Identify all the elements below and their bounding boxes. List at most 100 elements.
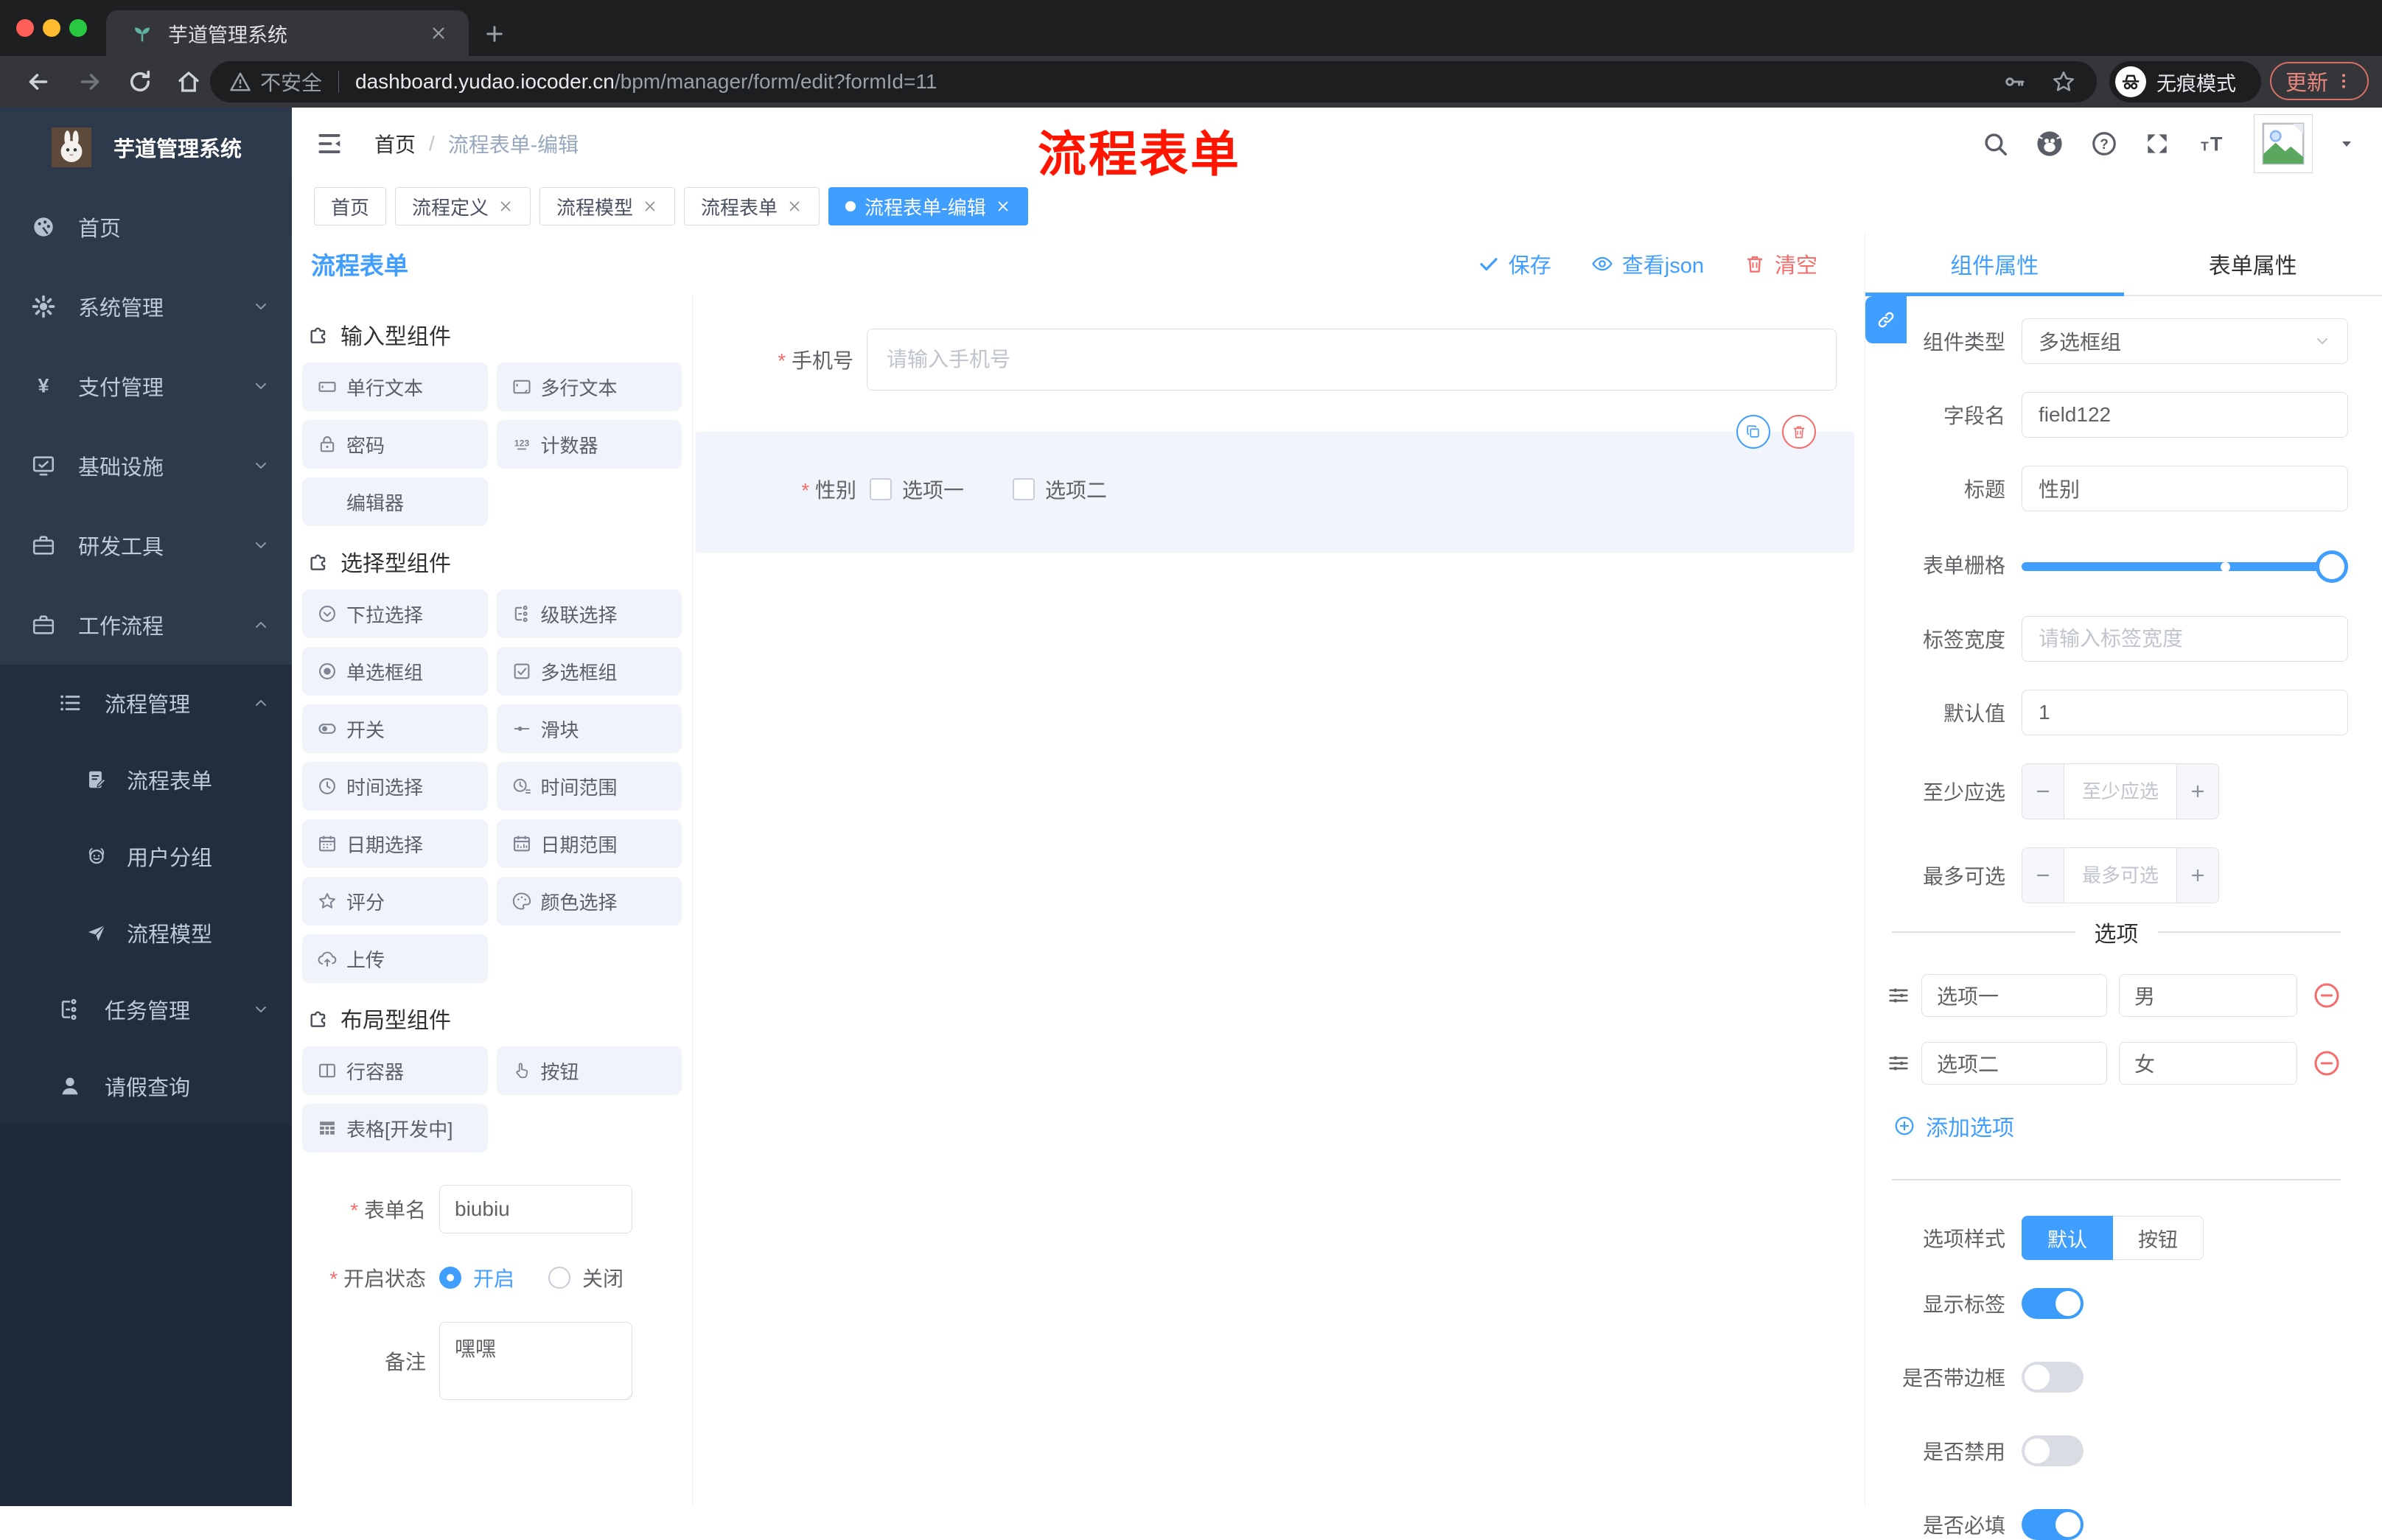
status-on-radio[interactable] bbox=[439, 1267, 461, 1289]
tab-close-icon[interactable] bbox=[786, 198, 803, 214]
github-icon[interactable] bbox=[2034, 128, 2065, 159]
max-select-input[interactable] bbox=[2064, 848, 2177, 903]
component-item-密码[interactable]: 密码 bbox=[302, 420, 488, 469]
back-button[interactable] bbox=[25, 69, 52, 95]
grid-slider[interactable] bbox=[2022, 562, 2345, 571]
remove-option-button[interactable] bbox=[2312, 981, 2341, 1010]
toggle-是否禁用[interactable] bbox=[2022, 1435, 2084, 1466]
remark-textarea[interactable]: 嘿嘿 bbox=[439, 1322, 632, 1400]
duplicate-component-button[interactable] bbox=[1736, 415, 1770, 449]
page-tab-流程表单-编辑[interactable]: 流程表单-编辑 bbox=[828, 187, 1028, 225]
save-button[interactable]: 保存 bbox=[1478, 248, 1551, 279]
component-item-编辑器[interactable]: 编辑器 bbox=[302, 477, 488, 526]
component-item-时间选择[interactable]: 时间选择 bbox=[302, 762, 488, 811]
sidebar-item-1-系统管理[interactable]: 系统管理 bbox=[0, 267, 292, 346]
component-item-多行文本[interactable]: 多行文本 bbox=[497, 363, 682, 411]
field-name-input[interactable] bbox=[2022, 392, 2348, 438]
page-tab-首页[interactable]: 首页 bbox=[314, 187, 386, 225]
stepper-decrease-button[interactable] bbox=[2022, 848, 2064, 903]
component-item-表格[开发中][interactable]: 表格[开发中] bbox=[302, 1104, 488, 1152]
component-item-滑块[interactable]: 滑块 bbox=[497, 704, 682, 753]
default-value-input[interactable] bbox=[2022, 690, 2348, 735]
reload-button[interactable] bbox=[127, 69, 153, 95]
drag-handle-icon[interactable] bbox=[1886, 983, 1911, 1008]
option-value-input[interactable] bbox=[2119, 1042, 2297, 1085]
component-item-开关[interactable]: 开关 bbox=[302, 704, 488, 753]
page-tab-流程定义[interactable]: 流程定义 bbox=[395, 187, 531, 225]
remove-option-button[interactable] bbox=[2312, 1049, 2341, 1078]
label-width-input[interactable] bbox=[2022, 616, 2348, 662]
stepper-decrease-button[interactable] bbox=[2022, 764, 2064, 819]
toggle-显示标签[interactable] bbox=[2022, 1288, 2084, 1319]
tab-form-props[interactable]: 表单属性 bbox=[2124, 233, 2382, 295]
password-key-icon[interactable] bbox=[2002, 70, 2026, 94]
sidebar-item-5-工作流程[interactable]: 工作流程 bbox=[0, 585, 292, 665]
component-item-行容器[interactable]: 行容器 bbox=[302, 1046, 488, 1095]
browser-menu-icon[interactable] bbox=[2334, 71, 2353, 91]
browser-update-button[interactable]: 更新 bbox=[2270, 62, 2369, 100]
sidebar-subitem-2-用户分组[interactable]: 用户分组 bbox=[0, 818, 292, 895]
breadcrumb-home[interactable]: 首页 bbox=[374, 129, 416, 158]
gender-option-选项一[interactable]: 选项一 bbox=[870, 475, 964, 504]
component-item-日期选择[interactable]: 日期选择 bbox=[302, 819, 488, 868]
new-tab-button[interactable] bbox=[483, 22, 506, 46]
form-canvas[interactable]: 手机号 性别 选项一选项二 bbox=[693, 295, 1865, 1506]
drag-handle-icon[interactable] bbox=[1886, 1051, 1911, 1076]
component-item-按钮[interactable]: 按钮 bbox=[497, 1046, 682, 1095]
sidebar-item-4-研发工具[interactable]: 研发工具 bbox=[0, 505, 292, 585]
page-tab-流程模型[interactable]: 流程模型 bbox=[539, 187, 675, 225]
slider-handle[interactable] bbox=[2316, 550, 2348, 583]
stepper-increase-button[interactable] bbox=[2177, 764, 2218, 819]
sidebar-logo[interactable]: 芋道管理系统 bbox=[0, 108, 292, 187]
view-json-button[interactable]: 查看json bbox=[1591, 248, 1704, 279]
clear-button[interactable]: 清空 bbox=[1744, 248, 1817, 279]
toggle-是否必填[interactable] bbox=[2022, 1509, 2084, 1540]
selected-component-block[interactable]: 性别 选项一选项二 bbox=[696, 432, 1854, 553]
browser-tab[interactable]: 芋道管理系统 bbox=[106, 10, 469, 56]
tab-close-icon[interactable] bbox=[429, 24, 448, 43]
component-item-级联选择[interactable]: 级联选择 bbox=[497, 589, 682, 638]
component-item-上传[interactable]: 上传 bbox=[302, 934, 488, 983]
component-item-多选框组[interactable]: 多选框组 bbox=[497, 647, 682, 696]
traffic-light-minimize[interactable] bbox=[43, 19, 60, 37]
add-option-button[interactable]: 添加选项 bbox=[1893, 1110, 2348, 1142]
sidebar-subitem-3-流程模型[interactable]: 流程模型 bbox=[0, 895, 292, 971]
tab-close-icon[interactable] bbox=[642, 198, 658, 214]
option-name-input[interactable] bbox=[1921, 1042, 2107, 1085]
option-style-按钮[interactable]: 按钮 bbox=[2113, 1216, 2204, 1260]
component-item-单选框组[interactable]: 单选框组 bbox=[302, 647, 488, 696]
toggle-是否带边框[interactable] bbox=[2022, 1362, 2084, 1393]
tab-close-icon[interactable] bbox=[995, 198, 1011, 214]
component-item-评分[interactable]: 评分 bbox=[302, 877, 488, 925]
fullscreen-icon[interactable] bbox=[2143, 130, 2171, 158]
option-style-默认[interactable]: 默认 bbox=[2022, 1216, 2113, 1260]
home-button[interactable] bbox=[175, 69, 202, 95]
component-item-计数器[interactable]: 123计数器 bbox=[497, 420, 682, 469]
collapse-panel-handle[interactable] bbox=[1865, 296, 1907, 343]
search-icon[interactable] bbox=[1981, 130, 2009, 158]
title-input[interactable] bbox=[2022, 466, 2348, 511]
font-size-icon[interactable]: TT bbox=[2196, 130, 2229, 158]
page-tab-流程表单[interactable]: 流程表单 bbox=[684, 187, 820, 225]
delete-component-button[interactable] bbox=[1782, 415, 1816, 449]
traffic-light-close[interactable] bbox=[16, 19, 34, 37]
component-item-时间范围[interactable]: 时间范围 bbox=[497, 762, 682, 811]
sidebar-subitem-0-流程管理[interactable]: 流程管理 bbox=[0, 665, 292, 741]
phone-field-input[interactable] bbox=[867, 329, 1837, 391]
checkbox[interactable] bbox=[870, 478, 892, 500]
gender-option-选项二[interactable]: 选项二 bbox=[1013, 475, 1107, 504]
avatar[interactable] bbox=[2254, 114, 2313, 173]
sidebar-item-0-首页[interactable]: 首页 bbox=[0, 187, 292, 267]
address-bar[interactable]: 不安全 dashboard.yudao.iocoder.cn /bpm/mana… bbox=[210, 61, 2097, 102]
sidebar-subitem-5-请假查询[interactable]: 请假查询 bbox=[0, 1048, 292, 1124]
component-item-下拉选择[interactable]: 下拉选择 bbox=[302, 589, 488, 638]
component-item-颜色选择[interactable]: 颜色选择 bbox=[497, 877, 682, 925]
component-item-日期范围[interactable]: 日期范围 bbox=[497, 819, 682, 868]
sidebar-item-2-支付管理[interactable]: ¥支付管理 bbox=[0, 346, 292, 426]
option-name-input[interactable] bbox=[1921, 974, 2107, 1017]
component-item-单行文本[interactable]: 单行文本 bbox=[302, 363, 488, 411]
sidebar-subitem-1-流程表单[interactable]: 流程表单 bbox=[0, 741, 292, 818]
collapse-sidebar-icon[interactable] bbox=[315, 130, 343, 158]
min-select-input[interactable] bbox=[2064, 764, 2177, 819]
stepper-increase-button[interactable] bbox=[2177, 848, 2218, 903]
